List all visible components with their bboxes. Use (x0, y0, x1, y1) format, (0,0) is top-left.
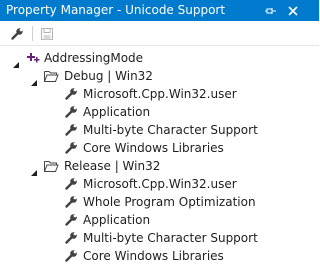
title-bar: Property Manager - Unicode Support (0, 0, 319, 21)
tree-item-label: Application (83, 213, 151, 227)
tree-project-node[interactable]: AddressingMode (0, 49, 319, 68)
expanded-arrow-icon[interactable] (12, 54, 20, 68)
tree-item-label: Application (83, 105, 151, 119)
wrench-icon (63, 176, 79, 192)
toolbar-separator (32, 26, 33, 41)
tree-property-sheet[interactable]: Whole Program Optimization (0, 193, 319, 211)
folder-open-icon (43, 158, 59, 174)
wrench-icon (63, 86, 79, 102)
expanded-arrow-icon[interactable] (30, 162, 38, 176)
tree-property-sheet[interactable]: Core Windows Libraries (0, 247, 319, 265)
tree-property-sheet[interactable]: Multi-byte Character Support (0, 229, 319, 247)
folder-open-icon (43, 68, 59, 84)
tree-item-label: Core Windows Libraries (83, 249, 224, 263)
tree-item-label: Debug | Win32 (64, 69, 153, 83)
tree-item-label: Release | Win32 (64, 159, 161, 173)
wrench-icon (63, 122, 79, 138)
save-icon[interactable] (40, 26, 54, 40)
wrench-icon (63, 248, 79, 264)
tree-item-label: Microsoft.Cpp.Win32.user (83, 177, 237, 191)
pin-icon[interactable] (264, 3, 278, 17)
tree-item-label: Multi-byte Character Support (83, 123, 258, 137)
wrench-icon (63, 230, 79, 246)
tree-item-label: Core Windows Libraries (83, 141, 224, 155)
tree-item-label: Multi-byte Character Support (83, 231, 258, 245)
wrench-icon (63, 104, 79, 120)
wrench-icon (63, 194, 79, 210)
tree-property-sheet[interactable]: Microsoft.Cpp.Win32.user (0, 85, 319, 103)
tree-property-sheet[interactable]: Multi-byte Character Support (0, 121, 319, 139)
project-icon (25, 50, 41, 66)
wrench-icon (63, 212, 79, 228)
toolbar (0, 21, 319, 46)
wrench-icon[interactable] (10, 26, 24, 40)
property-tree: AddressingMode Debug | Win32 Microsoft.C… (0, 46, 319, 267)
close-icon[interactable] (286, 3, 300, 17)
tree-property-sheet[interactable]: Application (0, 211, 319, 229)
tree-property-sheet[interactable]: Microsoft.Cpp.Win32.user (0, 175, 319, 193)
tree-property-sheet[interactable]: Application (0, 103, 319, 121)
tree-item-label: Whole Program Optimization (83, 195, 256, 209)
expanded-arrow-icon[interactable] (30, 72, 38, 86)
tree-config-debug[interactable]: Debug | Win32 (0, 67, 319, 86)
tree-property-sheet[interactable]: Core Windows Libraries (0, 139, 319, 157)
wrench-icon (63, 140, 79, 156)
tree-config-release[interactable]: Release | Win32 (0, 157, 319, 176)
tree-item-label: Microsoft.Cpp.Win32.user (83, 87, 237, 101)
window-title: Property Manager - Unicode Support (6, 3, 226, 17)
tree-item-label: AddressingMode (44, 51, 144, 65)
